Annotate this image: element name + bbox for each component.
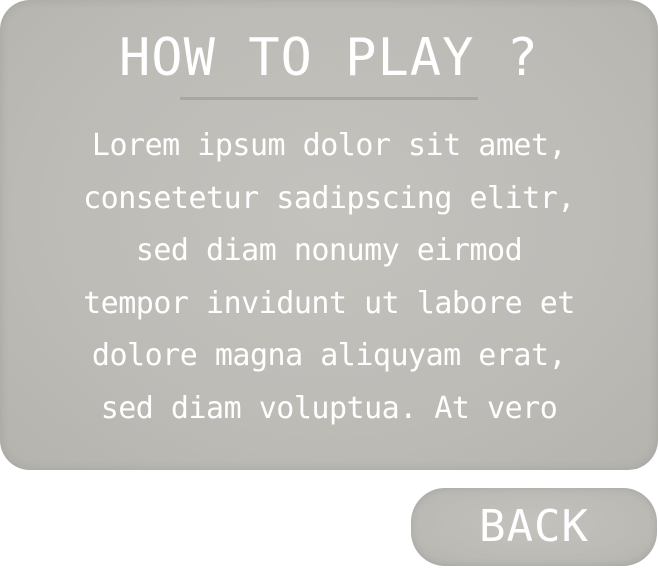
back-button[interactable]: BACK bbox=[411, 488, 657, 566]
title-divider bbox=[180, 97, 478, 100]
instructions-line: sed diam nonumy eirmod bbox=[135, 233, 523, 268]
how-to-play-panel: HOW TO PLAY ? Lorem ipsum dolor sit amet… bbox=[0, 0, 658, 470]
instructions-line: consetetur sadipscing elitr, bbox=[83, 180, 575, 216]
instructions-line: tempor invidunt ut labore et bbox=[83, 285, 575, 321]
instructions-line: sed diam voluptua. At vero bbox=[100, 390, 558, 426]
instructions-line: Lorem ipsum dolor sit amet, bbox=[91, 128, 567, 163]
back-button-label: BACK bbox=[479, 501, 589, 552]
instructions-text: Lorem ipsum dolor sit amet, consetetur s… bbox=[30, 120, 628, 435]
dialog-title: HOW TO PLAY ? bbox=[119, 28, 539, 88]
instructions-line: dolore magna aliquyam erat, bbox=[91, 338, 567, 373]
